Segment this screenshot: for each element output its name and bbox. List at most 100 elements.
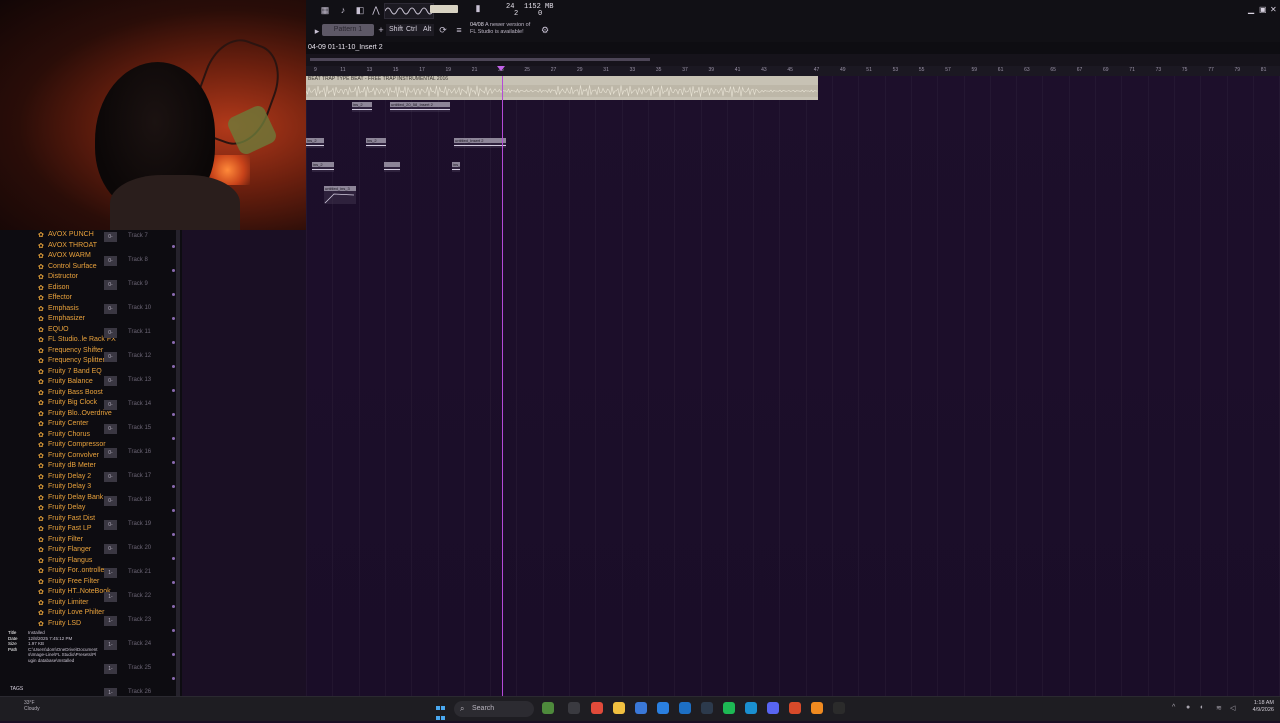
- app-tray-icon[interactable]: ●: [1186, 704, 1190, 711]
- track-header[interactable]: 0- Track 7: [102, 230, 182, 254]
- ctrl-key-button[interactable]: Ctrl: [403, 24, 420, 36]
- track-header[interactable]: 0- Track 16: [102, 446, 182, 470]
- fl-studio-taskbar-icon[interactable]: [789, 702, 801, 714]
- plugin-item[interactable]: ✿ Fruity Chorus: [36, 430, 102, 441]
- system-clock[interactable]: 1:18 AM 4/9/2026: [1244, 700, 1274, 714]
- app-icon-1[interactable]: [542, 702, 554, 714]
- settings-gear-icon[interactable]: ⚙: [538, 24, 552, 36]
- track-mute-dot-icon[interactable]: [172, 581, 175, 584]
- plugin-item[interactable]: ✿ Emphasizer: [36, 314, 102, 325]
- track-header[interactable]: 1- Track 24: [102, 638, 182, 662]
- track-mute-dot-icon[interactable]: [172, 293, 175, 296]
- playlist-area[interactable]: BEAT TRAP TYPE BEAT - FREE TRAP INSTRUME…: [306, 76, 1280, 696]
- track-mixer-button[interactable]: 1-: [104, 616, 117, 626]
- plugin-item[interactable]: ✿ Fruity Big Clock: [36, 398, 102, 409]
- tags-label[interactable]: TAGS: [10, 686, 23, 692]
- alt-key-button[interactable]: Alt: [420, 24, 435, 36]
- envelope-icon[interactable]: ⋀: [369, 4, 383, 16]
- steam-icon[interactable]: [701, 702, 713, 714]
- app-icon-calc[interactable]: [679, 702, 691, 714]
- plugin-item[interactable]: ✿ Fruity LSD: [36, 619, 102, 630]
- track-header[interactable]: 1- Track 22: [102, 590, 182, 614]
- track-mixer-button[interactable]: 0-: [104, 280, 117, 290]
- track-mute-dot-icon[interactable]: [172, 269, 175, 272]
- plugin-item[interactable]: ✿ Fruity Filter: [36, 535, 102, 546]
- track-mixer-button[interactable]: 0-: [104, 472, 117, 482]
- playlist-overview[interactable]: [306, 54, 1280, 66]
- track-header[interactable]: 0- Track 18: [102, 494, 182, 518]
- plugin-item[interactable]: ✿ Fruity For..ontroller: [36, 566, 107, 577]
- track-mute-dot-icon[interactable]: [172, 245, 175, 248]
- track-header[interactable]: 0- Track 20: [102, 542, 182, 566]
- news-panel[interactable]: 04/08 A newer version of FL Studio is av…: [470, 22, 540, 40]
- start-button[interactable]: [436, 703, 446, 720]
- audio-clip-main[interactable]: BEAT TRAP TYPE BEAT - FREE TRAP INSTRUME…: [306, 76, 818, 100]
- pattern-clip[interactable]: [384, 162, 400, 172]
- plugin-item[interactable]: ✿ Fruity 7 Band EQ: [36, 367, 102, 378]
- pattern-selector[interactable]: Pattern 1: [322, 24, 374, 36]
- plugin-item[interactable]: ✿ Fruity Free Filter: [36, 577, 102, 588]
- wifi-icon[interactable]: ≋: [1216, 704, 1222, 712]
- taskbar-search[interactable]: ⌕ Search: [454, 701, 534, 717]
- track-mute-dot-icon[interactable]: [172, 509, 175, 512]
- plugin-item[interactable]: ✿ Fruity Delay Bank: [36, 493, 103, 504]
- plugin-item[interactable]: ✿ Fruity Love Philter: [36, 608, 104, 619]
- network-tray-icon[interactable]: ◐: [1200, 704, 1204, 711]
- chrome-icon[interactable]: [591, 702, 603, 714]
- track-header[interactable]: 0- Track 15: [102, 422, 182, 446]
- track-mixer-button[interactable]: 0-: [104, 496, 117, 506]
- browser-icon[interactable]: [745, 702, 757, 714]
- track-mixer-button[interactable]: 1-: [104, 592, 117, 602]
- plugin-item[interactable]: ✿ Fruity Compressor: [36, 440, 106, 451]
- track-mute-dot-icon[interactable]: [172, 365, 175, 368]
- plugin-item[interactable]: ✿ Distructor: [36, 272, 102, 283]
- track-header[interactable]: 0- Track 19: [102, 518, 182, 542]
- plugin-item[interactable]: ✿ Control Surface: [36, 262, 102, 273]
- track-mute-dot-icon[interactable]: [172, 533, 175, 536]
- track-header[interactable]: 0- Track 12: [102, 350, 182, 374]
- track-mixer-button[interactable]: 0-: [104, 376, 117, 386]
- close-icon[interactable]: ✕: [1270, 5, 1277, 14]
- plugin-item[interactable]: ✿ Emphasis: [36, 304, 102, 315]
- track-mixer-button[interactable]: 0-: [104, 424, 117, 434]
- plugin-item[interactable]: ✿ FL Studio..le Rack FX: [36, 335, 116, 346]
- track-mute-dot-icon[interactable]: [172, 605, 175, 608]
- plugin-item[interactable]: ✿ Frequency Splitter: [36, 356, 105, 367]
- track-mute-dot-icon[interactable]: [172, 437, 175, 440]
- plugin-item[interactable]: ✿ AVOX PUNCH: [36, 230, 102, 241]
- pattern-clip[interactable]: ins_2: [306, 138, 324, 148]
- pattern-clip[interactable]: ins_2: [352, 102, 372, 112]
- plugin-item[interactable]: ✿ Fruity Fast Dist: [36, 514, 102, 525]
- track-header[interactable]: 0- Track 9: [102, 278, 182, 302]
- track-header[interactable]: 0- Track 13: [102, 374, 182, 398]
- pattern-clip[interactable]: ins_2: [366, 138, 386, 148]
- track-mute-dot-icon[interactable]: [172, 557, 175, 560]
- plugin-item[interactable]: ✿ Fruity Fast LP: [36, 524, 102, 535]
- playhead-marker-icon[interactable]: [497, 66, 505, 71]
- pattern-clip[interactable]: untitled_Insert 2: [454, 138, 506, 148]
- mixer-icon[interactable]: ◧: [353, 4, 367, 16]
- track-mute-dot-icon[interactable]: [172, 413, 175, 416]
- plugin-item[interactable]: ✿ Fruity Balance: [36, 377, 102, 388]
- track-mute-dot-icon[interactable]: [172, 389, 175, 392]
- track-mixer-button[interactable]: 0-: [104, 544, 117, 554]
- piano-icon[interactable]: ▦: [318, 4, 332, 16]
- plugin-item[interactable]: ✿ AVOX THROAT: [36, 241, 102, 252]
- track-mixer-button[interactable]: 0-: [104, 448, 117, 458]
- track-mixer-button[interactable]: 1-: [104, 640, 117, 650]
- track-header[interactable]: 0- Track 14: [102, 398, 182, 422]
- menu-icon[interactable]: ≡: [452, 24, 466, 36]
- edge-icon[interactable]: [657, 702, 669, 714]
- track-mixer-button[interactable]: 0-: [104, 352, 117, 362]
- plugin-item[interactable]: ✿ AVOX WARM: [36, 251, 102, 262]
- plugin-item[interactable]: ✿ Fruity Delay 3: [36, 482, 102, 493]
- plugin-item[interactable]: ✿ Fruity HT..NoteBook: [36, 587, 111, 598]
- track-mute-dot-icon[interactable]: [172, 629, 175, 632]
- track-mute-dot-icon[interactable]: [172, 461, 175, 464]
- task-view-icon[interactable]: [568, 702, 580, 714]
- plugin-item[interactable]: ✿ Fruity Delay: [36, 503, 102, 514]
- pattern-mode-icon[interactable]: ♪: [336, 4, 350, 16]
- fl-studio-icon[interactable]: [811, 702, 823, 714]
- track-header[interactable]: 0- Track 17: [102, 470, 182, 494]
- spotify-icon[interactable]: [723, 702, 735, 714]
